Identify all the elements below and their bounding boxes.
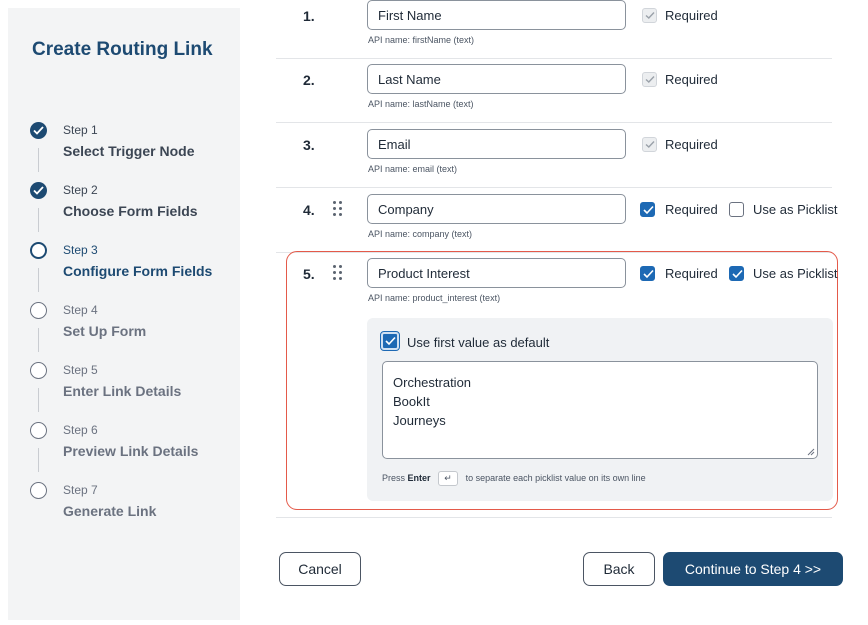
api-name-label: API name: product_interest (text): [368, 293, 501, 303]
api-name-label: API name: email (text): [368, 164, 458, 174]
step-connector: [38, 268, 39, 292]
picklist-value: BookIt: [393, 394, 430, 409]
section-divider: [276, 517, 832, 518]
field-index: 2.: [303, 72, 315, 88]
field-row-product-interest: 5. Product Interest API name: product_in…: [276, 252, 838, 322]
step-name: Preview Link Details: [63, 443, 199, 459]
required-checkbox: [642, 8, 657, 23]
step-3[interactable]: Step 3 Configure Form Fields: [30, 242, 240, 302]
step-5: Step 5 Enter Link Details: [30, 362, 240, 422]
step-name: Configure Form Fields: [63, 263, 213, 279]
required-label: Required: [665, 8, 718, 23]
required-label: Required: [665, 266, 718, 281]
step-complete-check-icon: [30, 182, 47, 199]
field-row-company: 4. Company API name: company (text) Requ…: [276, 188, 838, 253]
step-connector: [38, 388, 39, 412]
step-number: Step 7: [63, 483, 98, 497]
continue-button[interactable]: Continue to Step 4 >>: [663, 552, 843, 586]
step-number: Step 4: [63, 303, 98, 317]
picklist-hint: Press Enter ↵ to separate each picklist …: [382, 471, 646, 486]
use-first-value-default-label: Use first value as default: [407, 335, 550, 350]
use-as-picklist-label: Use as Picklist: [753, 202, 838, 217]
step-connector: [38, 208, 39, 232]
step-connector: [38, 148, 39, 172]
step-pending-circle-icon: [30, 482, 47, 499]
field-name-input[interactable]: Company: [367, 194, 626, 224]
step-number: Step 3: [63, 243, 98, 257]
required-label: Required: [665, 202, 718, 217]
field-name-input[interactable]: First Name: [367, 0, 626, 30]
step-number: Step 5: [63, 363, 98, 377]
step-name: Select Trigger Node: [63, 143, 195, 159]
use-as-picklist-label: Use as Picklist: [753, 266, 838, 281]
field-name-input[interactable]: Last Name: [367, 64, 626, 94]
drag-handle-icon[interactable]: [332, 200, 344, 216]
step-number: Step 1: [63, 123, 98, 137]
step-name: Enter Link Details: [63, 383, 182, 399]
field-index: 3.: [303, 137, 315, 153]
step-current-circle-icon: [30, 242, 47, 259]
step-2[interactable]: Step 2 Choose Form Fields: [30, 182, 240, 242]
field-row-last-name: 2. Last Name API name: lastName (text) R…: [276, 58, 832, 123]
use-as-picklist-checkbox[interactable]: [729, 202, 744, 217]
hint-suffix: to separate each picklist value on its o…: [465, 472, 646, 483]
required-label: Required: [665, 72, 718, 87]
step-name: Set Up Form: [63, 323, 147, 339]
api-name-label: API name: firstName (text): [368, 35, 475, 45]
use-as-picklist-checkbox[interactable]: [729, 266, 744, 281]
step-7: Step 7 Generate Link: [30, 482, 240, 542]
step-connector: [38, 448, 39, 472]
field-index: 1.: [303, 8, 315, 24]
picklist-value: Journeys: [393, 413, 446, 428]
field-row-email: 3. Email API name: email (text) Required: [276, 123, 832, 188]
picklist-values-textarea[interactable]: Orchestration BookIt Journeys: [382, 361, 818, 459]
step-number: Step 6: [63, 423, 98, 437]
step-6: Step 6 Preview Link Details: [30, 422, 240, 482]
step-connector: [38, 328, 39, 352]
field-index: 5.: [303, 266, 315, 282]
step-number: Step 2: [63, 183, 98, 197]
step-4: Step 4 Set Up Form: [30, 302, 240, 362]
cancel-button[interactable]: Cancel: [279, 552, 361, 586]
field-row-first-name: 1. First Name API name: firstName (text)…: [276, 0, 832, 59]
enter-key-icon: ↵: [438, 471, 459, 486]
use-first-value-default-checkbox[interactable]: [380, 331, 400, 351]
step-pending-circle-icon: [30, 362, 47, 379]
required-label: Required: [665, 137, 718, 152]
field-name-input[interactable]: Product Interest: [367, 258, 626, 288]
drag-handle-icon[interactable]: [332, 264, 344, 280]
step-name: Choose Form Fields: [63, 203, 198, 219]
step-1[interactable]: Step 1 Select Trigger Node: [30, 122, 240, 182]
picklist-value: Orchestration: [393, 375, 472, 390]
back-button[interactable]: Back: [583, 552, 655, 586]
step-name: Generate Link: [63, 503, 157, 519]
api-name-label: API name: company (text): [368, 229, 473, 239]
wizard-sidebar: Create Routing Link Step 1 Select Trigge…: [8, 8, 240, 620]
required-checkbox[interactable]: [640, 202, 655, 217]
required-checkbox: [642, 72, 657, 87]
field-name-input[interactable]: Email: [367, 129, 626, 159]
sidebar-title: Create Routing Link: [32, 39, 213, 60]
field-index: 4.: [303, 202, 315, 218]
step-complete-check-icon: [30, 122, 47, 139]
api-name-label: API name: lastName (text): [368, 99, 474, 109]
step-pending-circle-icon: [30, 302, 47, 319]
step-pending-circle-icon: [30, 422, 47, 439]
hint-key: Enter: [407, 472, 431, 483]
required-checkbox[interactable]: [640, 266, 655, 281]
required-checkbox: [642, 137, 657, 152]
resize-grip-icon[interactable]: [807, 448, 815, 456]
hint-prefix: Press: [382, 472, 406, 483]
